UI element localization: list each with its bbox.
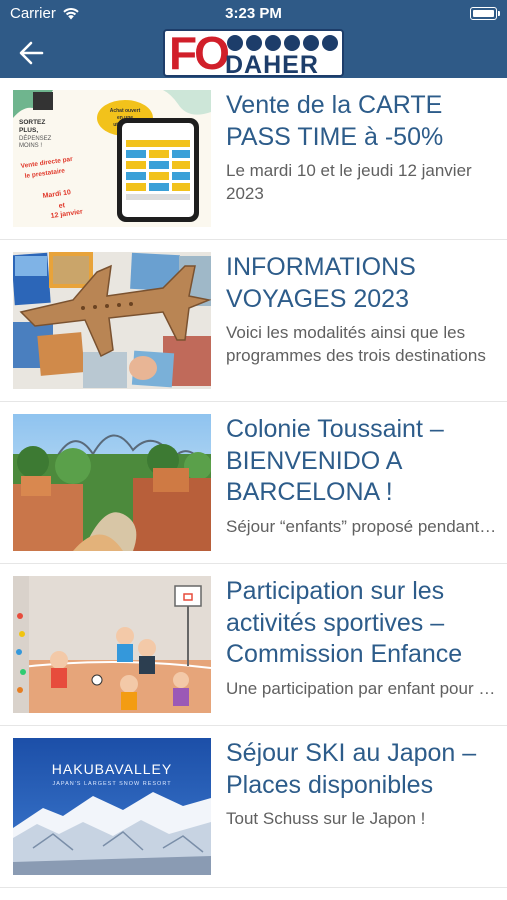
article-title: Participation sur les activités sportive…	[226, 577, 463, 668]
status-time: 3:23 PM	[225, 5, 282, 22]
article-text: Participation sur les activités sportive…	[226, 576, 497, 700]
article-description: Le mardi 10 et le jeudi 12 janvier 2023	[226, 161, 472, 203]
article-title: Vente de la CARTE PASS TIME à -50%	[226, 91, 444, 151]
article-title: INFORMATIONS VOYAGES 2023	[226, 253, 416, 313]
article-description: Une participation par enfant pour les ac…	[226, 678, 497, 698]
article-text: INFORMATIONS VOYAGES 2023 Voici les moda…	[226, 252, 497, 367]
article-item-colonie[interactable]: Colonie Toussaint – BIENVENIDO A BARCELO…	[0, 402, 507, 564]
article-thumbnail-pass-time: SORTEZ PLUS, DÉPENSEZ MOINS ! Vente dire…	[13, 90, 211, 227]
logo-icon	[322, 35, 338, 51]
article-item-voyages[interactable]: INFORMATIONS VOYAGES 2023 Voici les moda…	[0, 240, 507, 402]
logo-icon	[303, 35, 319, 51]
article-title: Colonie Toussaint – BIENVENIDO A BARCELO…	[226, 415, 444, 506]
logo-icon	[246, 35, 262, 51]
hakuba-tagline: JAPAN'S LARGEST SNOW RESORT	[52, 781, 171, 787]
article-list: SORTEZ PLUS, DÉPENSEZ MOINS ! Vente dire…	[0, 78, 507, 888]
article-thumbnail-voyages	[13, 252, 211, 389]
article-thumbnail-sports	[13, 576, 211, 713]
article-title: Séjour SKI au Japon – Places disponibles	[226, 739, 477, 799]
article-thumbnail-colonie	[13, 414, 211, 551]
article-description: Séjour “enfants” proposé pendant les vac…	[226, 516, 497, 536]
article-thumbnail-ski-japon: HAKUBAVALLEY JAPAN'S LARGEST SNOW RESORT	[13, 738, 211, 875]
logo-icon	[265, 35, 281, 51]
flyer-text: PLUS,	[19, 127, 38, 134]
article-description: Voici les modalités ainsi que les progra…	[226, 323, 486, 365]
logo-daher-text: DAHER	[225, 51, 319, 77]
nav-bar: FO DAHER	[0, 28, 507, 78]
flyer-text: MOINS !	[19, 143, 42, 149]
back-button[interactable]	[14, 37, 50, 69]
flyer-text: Achat ouvert	[110, 108, 141, 114]
logo-activity-icons	[227, 35, 338, 51]
logo-fo-text: FO	[169, 29, 230, 77]
article-item-sports[interactable]: Participation sur les activités sportive…	[0, 564, 507, 726]
article-description: Tout Schuss sur le Japon !	[226, 809, 426, 828]
flyer-text: DÉPENSEZ	[19, 135, 52, 142]
article-text: Séjour SKI au Japon – Places disponibles…	[226, 738, 497, 830]
logo-icon	[227, 35, 243, 51]
fo-daher-logo: FO DAHER	[163, 29, 344, 77]
status-bar: Carrier 3:23 PM	[0, 0, 507, 28]
flyer-text: SORTEZ	[19, 119, 45, 126]
logo-icon	[284, 35, 300, 51]
article-item-pass-time[interactable]: SORTEZ PLUS, DÉPENSEZ MOINS ! Vente dire…	[0, 78, 507, 240]
article-text: Colonie Toussaint – BIENVENIDO A BARCELO…	[226, 414, 497, 538]
battery-icon	[470, 7, 500, 20]
article-text: Vente de la CARTE PASS TIME à -50% Le ma…	[226, 90, 497, 205]
article-item-ski-japon[interactable]: HAKUBAVALLEY JAPAN'S LARGEST SNOW RESORT…	[0, 726, 507, 888]
hakuba-headline: HAKUBAVALLEY	[52, 761, 172, 777]
arrow-left-icon	[19, 41, 44, 65]
